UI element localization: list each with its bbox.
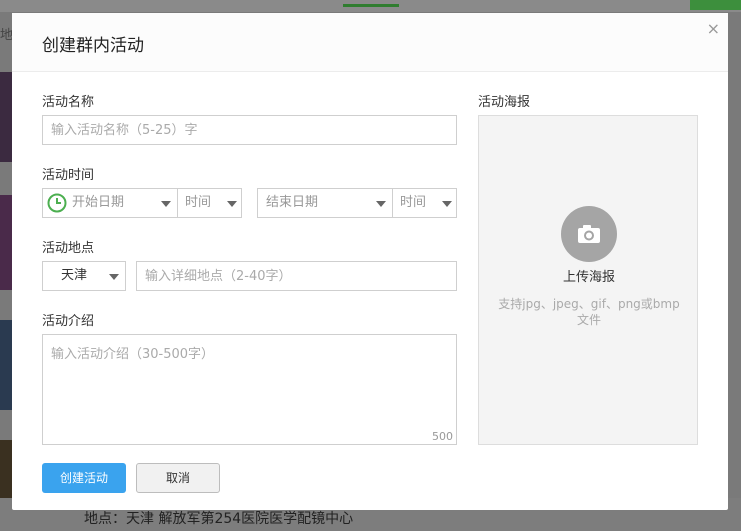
intro-char-counter: 500 [432,430,453,443]
chevron-down-icon [376,201,386,207]
start-date-picker[interactable]: 开始日期 时间 [42,188,242,218]
create-activity-dialog: 创建群内活动 × 活动名称 活动时间 开始日期 时间 结束日期 时间 活动地点 … [12,13,728,510]
upload-format-hint: 支持jpg、jpeg、gif、png或bmp文件 [498,297,680,327]
dialog-title: 创建群内活动 [42,36,144,56]
activity-location-label: 活动地点 [42,241,95,256]
upload-poster-button[interactable] [561,206,617,262]
activity-name-input[interactable] [42,115,457,145]
close-button[interactable]: × [707,19,720,38]
address-input[interactable] [136,261,457,291]
divider [177,189,178,217]
background-thumbnail [0,195,12,290]
chevron-down-icon [442,201,452,207]
start-date-text: 开始日期 [72,195,125,210]
baidu-watermark-url: jingyan.baidu.com [570,484,672,497]
end-time-text: 时间 [400,195,427,210]
chevron-down-icon [109,274,119,280]
activity-intro-textarea[interactable] [42,334,457,445]
chevron-down-icon [161,201,171,207]
divider [392,189,393,217]
upload-poster-label: 上传海报 [562,270,615,285]
background-green-block [690,0,741,10]
activity-poster-label: 活动海报 [478,95,531,110]
start-time-text: 时间 [185,195,212,210]
background-tab-indicator [343,4,399,7]
clock-icon [47,193,67,213]
camera-icon [578,225,600,243]
activity-time-label: 活动时间 [42,168,95,183]
activity-intro-label: 活动介绍 [42,314,95,329]
activity-name-label: 活动名称 [42,95,95,110]
background-location-text: 地点：天津 解放军第254医院医学配镜中心 [84,511,354,527]
end-date-picker[interactable]: 结束日期 时间 [257,188,457,218]
cancel-button[interactable]: 取消 [136,463,220,493]
create-activity-button[interactable]: 创建活动 [42,463,126,493]
background-thumbnail [0,320,12,410]
end-date-text: 结束日期 [266,195,319,210]
city-text: 天津 [61,268,88,283]
chevron-down-icon [227,201,237,207]
background-thumbnail [0,72,12,162]
dialog-header: 创建群内活动 × [12,13,728,72]
poster-upload-area[interactable]: 上传海报 支持jpg、jpeg、gif、png或bmp文件 [478,115,698,445]
city-select[interactable]: 天津 [42,261,126,291]
background-thumbnail [0,440,12,500]
